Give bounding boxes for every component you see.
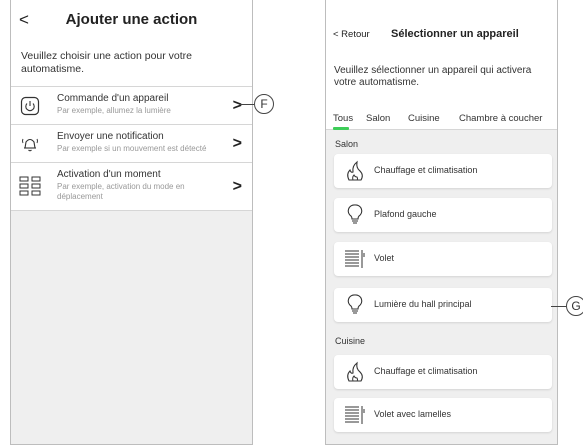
action-title: Activation d'un moment [57, 169, 161, 180]
callout-badge: F [254, 94, 274, 114]
action-item-notification[interactable]: Envoyer une notification Par exemple si … [11, 125, 252, 163]
shutter-icon [344, 248, 366, 270]
screen-header: < Ajouter une action [11, 0, 252, 40]
callout-badge: G [566, 296, 583, 316]
action-list: Commande d'un appareil Par exemple, allu… [11, 86, 252, 211]
add-action-screen: < Ajouter une action Veuillez choisir un… [10, 0, 253, 445]
page-title: Ajouter une action [65, 11, 198, 28]
device-name: Chauffage et climatisation [374, 366, 478, 376]
device-name: Plafond gauche [374, 209, 437, 219]
device-card[interactable]: Plafond gauche [334, 198, 552, 232]
action-title: Envoyer une notification [57, 131, 164, 142]
tab-tous[interactable]: Tous [333, 113, 353, 124]
active-tab-indicator [333, 127, 349, 130]
power-icon [19, 95, 41, 117]
device-card[interactable]: Volet [334, 242, 552, 276]
action-title: Commande d'un appareil [57, 93, 169, 104]
select-device-screen: < Retour Sélectionner un appareil Veuill… [325, 0, 558, 445]
device-name: Chauffage et climatisation [374, 165, 478, 175]
action-subtitle: Par exemple, allumez la lumière [57, 106, 171, 115]
action-item-device-control[interactable]: Commande d'un appareil Par exemple, allu… [11, 87, 252, 125]
callout-line [240, 104, 254, 105]
action-subtitle: Par exemple, activation du mode en dépla… [57, 182, 185, 201]
bell-icon [19, 133, 41, 155]
intro-text: Veuillez choisir une action pour votre a… [11, 40, 252, 86]
grid-icon [19, 175, 41, 197]
flame-icon [344, 361, 366, 383]
callout-line [551, 306, 566, 307]
shutter-icon [344, 404, 366, 426]
tab-cuisine[interactable]: Cuisine [408, 113, 440, 124]
page-title: Sélectionner un appareil [391, 28, 519, 40]
intro-text: Veuillez sélectionner un appareil qui ac… [326, 50, 557, 108]
lightbulb-icon [344, 294, 366, 316]
chevron-right-icon: > [232, 178, 242, 195]
action-subtitle: Par exemple si un mouvement est détecté [57, 144, 207, 153]
action-item-moment[interactable]: Activation d'un moment Par exemple, acti… [11, 163, 252, 211]
device-name: Volet [374, 253, 395, 263]
device-card[interactable]: Chauffage et climatisation [334, 154, 552, 188]
section-label: Salon [335, 139, 359, 149]
tab-salon[interactable]: Salon [366, 113, 390, 124]
screen-header: < Retour Sélectionner un appareil [326, 0, 557, 50]
device-card[interactable]: Volet avec lamelles [334, 398, 552, 432]
device-name: Lumière du hall principal [374, 299, 472, 309]
room-tabs: Tous Salon Cuisine Chambre à coucher [326, 108, 557, 130]
flame-icon [344, 160, 366, 182]
chevron-right-icon: > [232, 135, 242, 152]
tab-chambre[interactable]: Chambre à coucher [459, 113, 542, 124]
lightbulb-icon [344, 204, 366, 226]
back-button[interactable]: < Retour [333, 29, 370, 40]
device-card[interactable]: Chauffage et climatisation [334, 355, 552, 389]
section-label: Cuisine [335, 336, 366, 346]
chevron-right-icon: > [232, 97, 242, 114]
device-name: Volet avec lamelles [374, 409, 452, 419]
device-card[interactable]: Lumière du hall principal [334, 288, 552, 322]
